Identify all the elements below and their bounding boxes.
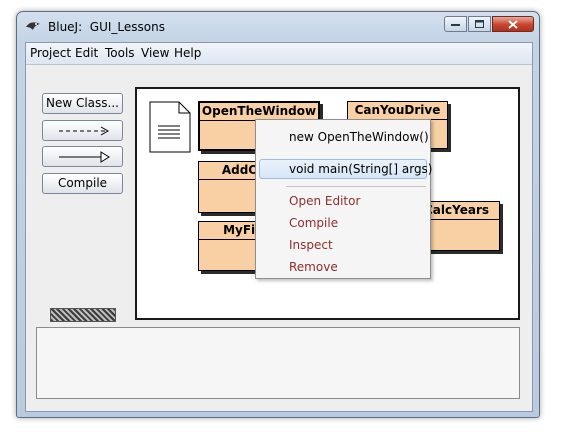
menu-item-compile[interactable]: Compile bbox=[289, 216, 338, 230]
window-title: BlueJ: GUI_Lessons bbox=[48, 20, 165, 34]
menu-bar: Project Edit Tools View Help bbox=[26, 43, 532, 65]
machine-activity-indicator bbox=[50, 308, 116, 322]
uses-arrow-button[interactable] bbox=[42, 120, 123, 141]
title-bar[interactable]: BlueJ: GUI_Lessons bbox=[17, 12, 539, 40]
inheritance-arrow-icon bbox=[59, 151, 110, 163]
context-menu: new OpenTheWindow() void main(String[] a… bbox=[255, 119, 433, 279]
inheritance-arrow-button[interactable] bbox=[42, 146, 123, 167]
menu-edit[interactable]: Edit bbox=[75, 46, 98, 60]
menu-item-void-main[interactable]: void main(String[] args) bbox=[289, 162, 433, 176]
menu-help[interactable]: Help bbox=[174, 46, 201, 60]
menu-tools[interactable]: Tools bbox=[105, 46, 135, 60]
menu-item-open-editor[interactable]: Open Editor bbox=[289, 194, 360, 208]
bluej-bird-icon bbox=[26, 22, 40, 30]
dashed-arrow-icon bbox=[59, 126, 110, 136]
menu-view[interactable]: View bbox=[141, 46, 169, 60]
compile-button[interactable]: Compile bbox=[42, 173, 123, 194]
menu-item-inspect[interactable]: Inspect bbox=[289, 238, 333, 252]
menu-item-remove[interactable]: Remove bbox=[289, 260, 338, 274]
minimize-button[interactable] bbox=[444, 16, 467, 32]
menu-item-new-instance[interactable]: new OpenTheWindow() bbox=[289, 130, 429, 144]
menu-project[interactable]: Project bbox=[30, 46, 71, 60]
maximize-button[interactable] bbox=[468, 16, 491, 32]
minimize-icon bbox=[451, 24, 460, 26]
close-icon bbox=[508, 19, 518, 29]
readme-document-icon[interactable] bbox=[149, 101, 191, 153]
menu-separator bbox=[286, 186, 426, 187]
terminal-panel[interactable] bbox=[36, 327, 520, 399]
close-button[interactable] bbox=[492, 16, 534, 32]
class-name: CanYouDrive bbox=[348, 102, 447, 120]
new-class-button[interactable]: New Class... bbox=[42, 93, 123, 114]
maximize-icon bbox=[475, 20, 484, 28]
